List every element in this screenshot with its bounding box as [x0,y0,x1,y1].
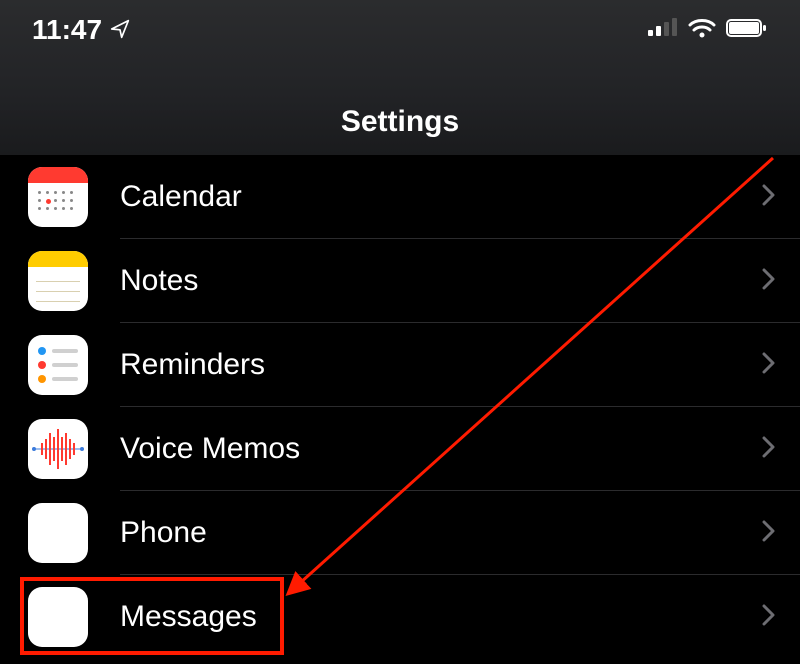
status-bar-right [648,18,768,43]
page-title: Settings [0,105,800,139]
row-label: Reminders [120,348,762,382]
location-arrow-icon [110,14,130,46]
phone-icon [28,503,88,563]
row-label: Notes [120,264,762,298]
notes-icon [28,251,88,311]
status-time: 11:47 [32,14,102,46]
battery-icon [726,18,768,43]
settings-row-notes[interactable]: Notes [28,239,800,323]
settings-list: Calendar Notes Reminders [0,155,800,659]
row-label: Phone [120,516,762,550]
reminders-icon [28,335,88,395]
chevron-right-icon [762,268,776,295]
settings-row-calendar[interactable]: Calendar [28,155,800,239]
chevron-right-icon [762,604,776,631]
chevron-right-icon [762,520,776,547]
status-bar: 11:47 [0,0,800,60]
cellular-signal-icon [648,18,678,43]
status-bar-left: 11:47 [32,14,130,46]
row-label: Messages [120,600,762,634]
row-label: Calendar [120,180,762,214]
messages-icon [28,587,88,647]
settings-row-reminders[interactable]: Reminders [28,323,800,407]
chevron-right-icon [762,436,776,463]
header: 11:47 [0,0,800,155]
voice-memos-icon [28,419,88,479]
settings-row-phone[interactable]: Phone [28,491,800,575]
settings-row-messages[interactable]: Messages [28,575,800,659]
chevron-right-icon [762,184,776,211]
settings-row-voicememos[interactable]: Voice Memos [28,407,800,491]
settings-screen: 11:47 [0,0,800,664]
chevron-right-icon [762,352,776,379]
wifi-icon [688,18,716,43]
row-label: Voice Memos [120,432,762,466]
calendar-icon [28,167,88,227]
